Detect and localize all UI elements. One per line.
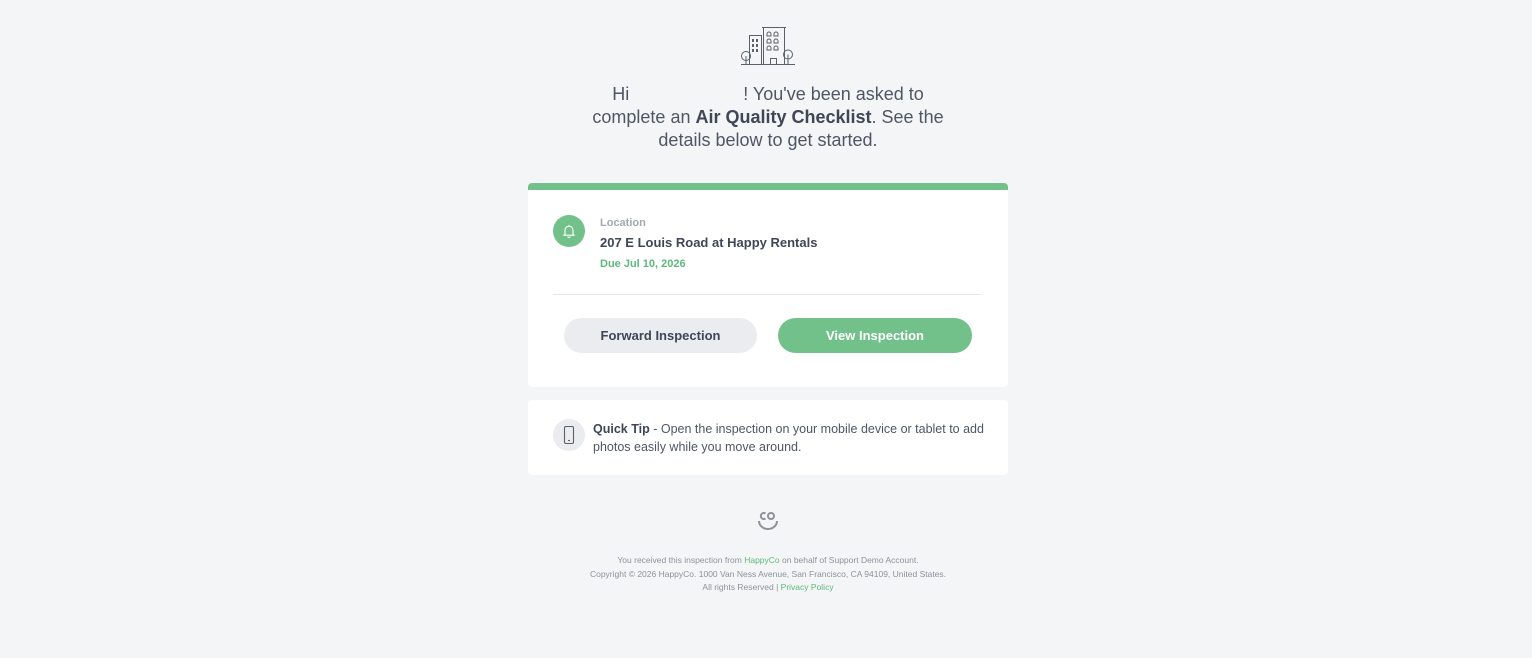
greeting-text: Hi ! You've been asked to complete an Air…	[528, 83, 1008, 152]
footer-line1-suffix: on behalf of Support Demo Account.	[779, 555, 919, 565]
footer-line1-prefix: You received this inspection from	[617, 555, 745, 565]
forward-inspection-button[interactable]: Forward Inspection	[564, 318, 757, 353]
quick-tip-title: Quick Tip	[593, 422, 650, 436]
privacy-policy-link[interactable]: Privacy Policy	[781, 582, 834, 592]
footer: You received this inspection from HappyC…	[528, 554, 1008, 595]
inspection-card: Location 207 E Louis Road at Happy Renta…	[528, 183, 1008, 387]
phone-icon	[553, 419, 585, 451]
bell-icon	[553, 215, 585, 247]
card-divider	[553, 294, 982, 295]
quick-tip-text: Quick Tip - Open the inspection on your …	[593, 420, 988, 456]
checklist-name: Air Quality Checklist	[695, 107, 872, 127]
location-value: 207 E Louis Road at Happy Rentals	[600, 235, 818, 250]
building-icon	[741, 27, 795, 65]
view-inspection-button[interactable]: View Inspection	[778, 318, 972, 353]
quick-tip-body: - Open the inspection on your mobile dev…	[593, 422, 984, 454]
greeting-line2-suffix: . See the	[871, 107, 944, 127]
footer-rights: All rights Reserved |	[702, 582, 781, 592]
greeting-line2-prefix: complete an	[592, 107, 696, 127]
location-label: Location	[600, 217, 646, 229]
happyco-link[interactable]: HappyCo	[744, 555, 779, 565]
greeting-line3: details below to get started.	[658, 130, 878, 150]
quick-tip-card: Quick Tip - Open the inspection on your …	[528, 400, 1008, 475]
card-accent-bar	[528, 183, 1008, 190]
happyco-logo-icon	[758, 512, 778, 530]
footer-copyright: Copyright © 2026 HappyCo. 1000 Van Ness …	[589, 568, 947, 579]
greeting-hi: Hi	[612, 84, 630, 104]
due-date: Due Jul 10, 2026	[600, 258, 686, 270]
greeting-after-name: ! You've been asked to	[743, 84, 924, 104]
